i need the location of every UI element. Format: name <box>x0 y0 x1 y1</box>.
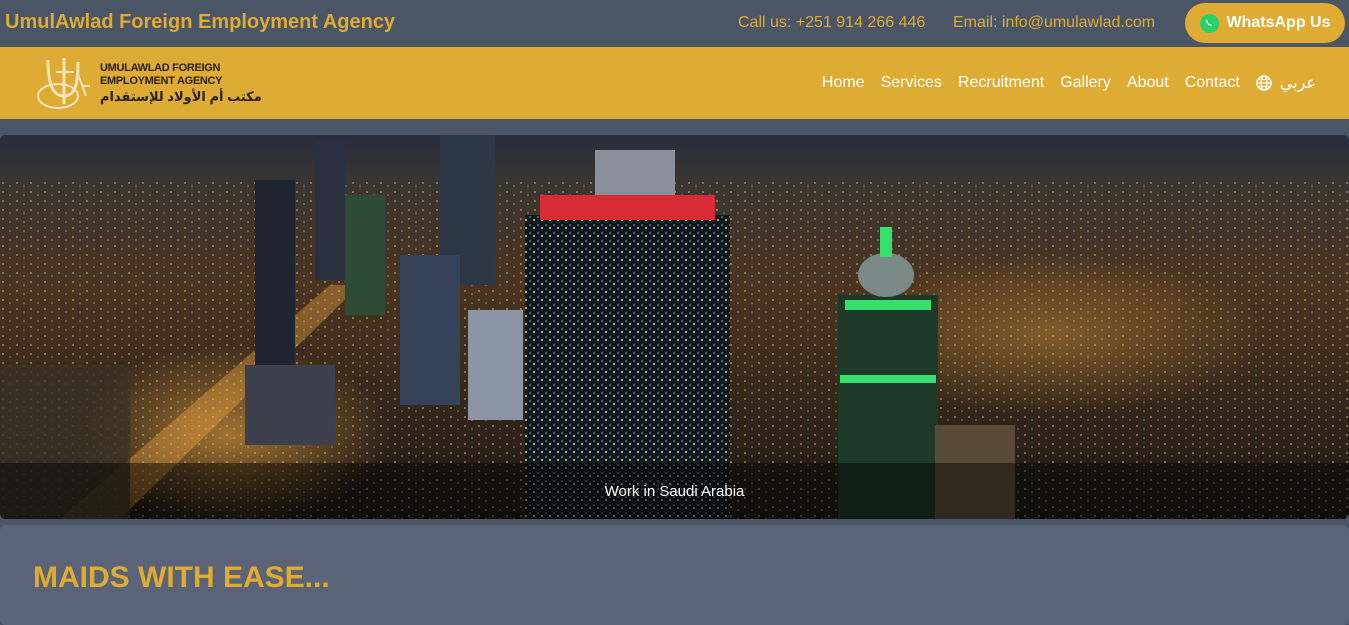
email-link[interactable]: Email: info@umulawlad.com <box>953 14 1155 32</box>
navbar: UMULAWLAD FOREIGN EMPLOYMENT AGENCY مكتب… <box>0 47 1349 119</box>
logo[interactable]: UMULAWLAD FOREIGN EMPLOYMENT AGENCY مكتب… <box>34 52 262 114</box>
call-us-link[interactable]: Call us: +251 914 266 446 <box>738 14 925 32</box>
language-switch[interactable]: عربي <box>1256 73 1316 93</box>
logo-text-line2: EMPLOYMENT AGENCY <box>100 75 223 87</box>
logo-emblem <box>37 58 90 109</box>
language-label: عربي <box>1279 75 1316 92</box>
city-skyline-image <box>0 135 1349 519</box>
nav-menu: Home Services Recruitment Gallery About … <box>822 73 1316 93</box>
nav-contact[interactable]: Contact <box>1185 74 1240 92</box>
globe-icon <box>1256 75 1272 91</box>
nav-home[interactable]: Home <box>822 74 865 92</box>
nav-services[interactable]: Services <box>881 74 942 92</box>
whatsapp-label: WhatsApp Us <box>1226 14 1331 31</box>
slide-caption: Work in Saudi Arabia <box>604 483 745 500</box>
top-bar: UmulAwlad Foreign Employment Agency Call… <box>0 0 1349 47</box>
logo-text-arabic: مكتب أم الأولاد للإستقدام <box>100 89 262 104</box>
intro-section: MAIDS WITH EASE... <box>0 525 1349 625</box>
hero-carousel[interactable]: Work in Saudi Arabia <box>0 135 1349 519</box>
nav-recruitment[interactable]: Recruitment <box>958 74 1044 92</box>
logo-text-line1: UMULAWLAD FOREIGN <box>100 62 221 74</box>
nav-gallery[interactable]: Gallery <box>1060 74 1111 92</box>
whatsapp-button[interactable]: WhatsApp Us <box>1185 3 1345 43</box>
site-title: UmulAwlad Foreign Employment Agency <box>5 11 396 33</box>
section-title: MAIDS WITH EASE... <box>33 561 330 594</box>
nav-about[interactable]: About <box>1127 74 1169 92</box>
whatsapp-icon <box>1199 13 1219 33</box>
